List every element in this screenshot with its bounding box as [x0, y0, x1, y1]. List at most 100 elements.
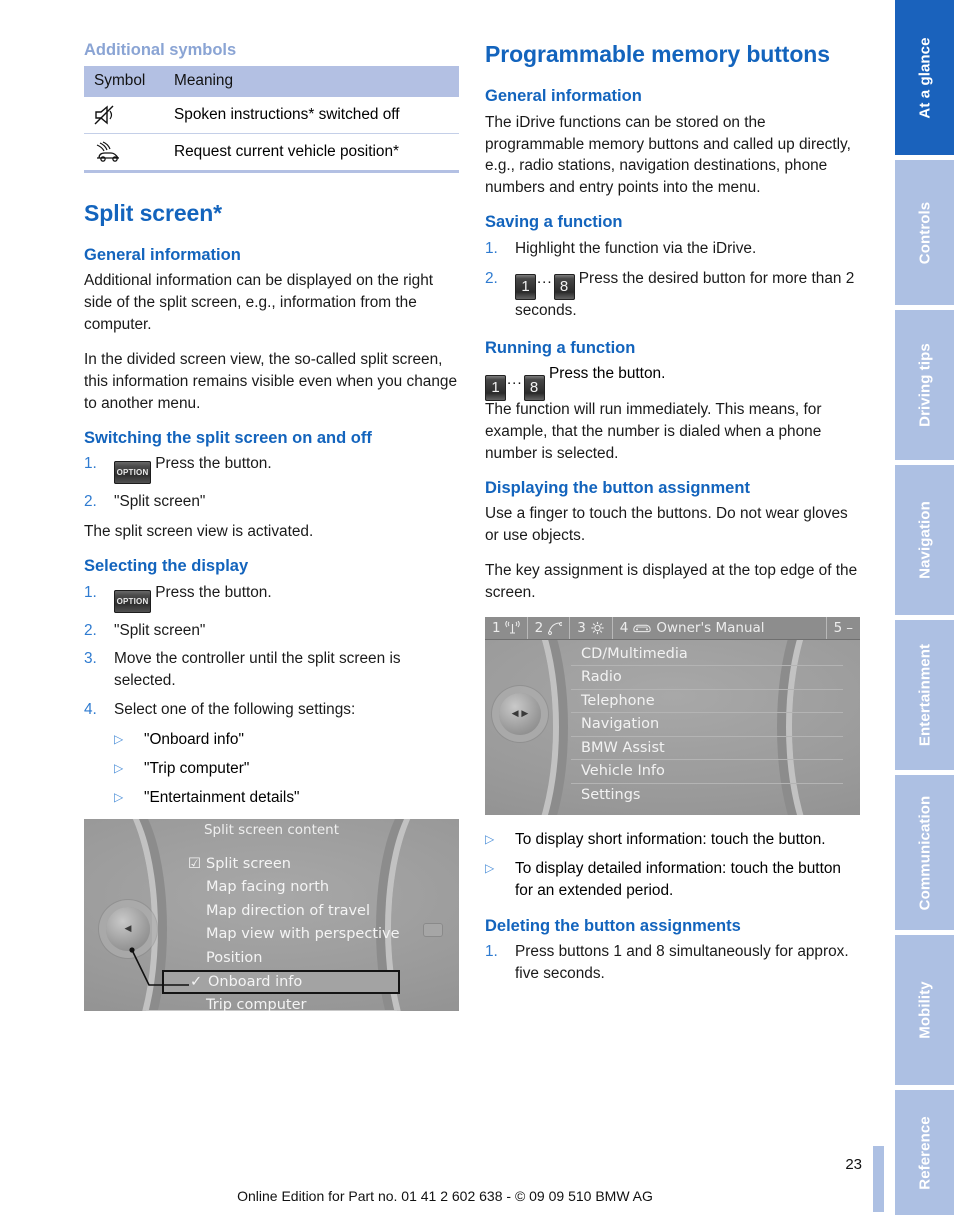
idrive-screenshot-split-screen-content: Split screen content ☑ Split screen Map f…: [84, 818, 459, 1011]
memory-button-1-icon[interactable]: 1: [485, 375, 506, 402]
step-number: 1.: [84, 583, 97, 601]
keybar-number: 4: [619, 619, 629, 636]
displaying-button-assignment-heading: Displaying the button assignment: [485, 478, 750, 497]
triangle-bullet-icon: ▷: [485, 860, 495, 875]
step-item: 1. OPTION Press the button.: [84, 582, 459, 613]
list-item: ▷ "Trip computer": [114, 758, 459, 780]
menu-item[interactable]: Radio: [571, 666, 843, 690]
touch-option-label: To display detailed information: touch t…: [515, 859, 841, 899]
keybar-label: –: [846, 619, 853, 636]
step-number: 1.: [485, 943, 498, 961]
edition-footer-text: Online Edition for Part no. 01 41 2 602 …: [237, 1188, 653, 1204]
step-number: 4.: [84, 701, 97, 719]
step-item: 1. Highlight the function via the iDrive…: [485, 238, 860, 260]
keybar-slot-3[interactable]: 3: [570, 616, 613, 640]
option-button-icon[interactable]: OPTION: [114, 461, 151, 485]
menu-item[interactable]: BMW Assist: [571, 737, 843, 761]
triangle-bullet-icon: ▷: [114, 760, 124, 775]
keybar-label: Owner's Manual: [656, 619, 765, 636]
displaying-paragraph-2: The key assignment is displayed at the t…: [485, 562, 858, 602]
sidebar-tab-navigation[interactable]: Navigation: [895, 465, 954, 615]
sidebar-tab-controls[interactable]: Controls: [895, 160, 954, 305]
sidebar-tab-entertainment[interactable]: Entertainment: [895, 620, 954, 770]
saving-steps-list: 1. Highlight the function via the iDrive…: [485, 238, 860, 322]
step-item: 2. 1... 8 Press the desired button for mo…: [485, 268, 860, 322]
memory-button-8-icon[interactable]: 8: [553, 273, 575, 300]
sidebar-tab-reference[interactable]: Reference: [895, 1090, 954, 1215]
menu-item[interactable]: Map direction of travel: [188, 900, 438, 924]
list-item: ▷ "Entertainment details": [114, 787, 459, 809]
deleting-button-assignments-heading: Deleting the button assignments: [485, 916, 741, 935]
check-icon: ✓: [190, 974, 203, 991]
checkbox-icon: ☑: [188, 855, 201, 872]
ellipsis: ...: [537, 269, 553, 287]
general-information-heading-right: General information: [485, 87, 642, 106]
list-item: ▷ To display detailed information: touch…: [485, 858, 860, 902]
keybar-slot-2[interactable]: 2: [528, 616, 571, 640]
sidebar-tab-at-a-glance[interactable]: At a glance: [895, 0, 954, 155]
memory-button-8-icon[interactable]: 8: [523, 375, 545, 402]
menu-item[interactable]: CD/Multimedia: [571, 643, 843, 667]
sidebar-tab-label: Driving tips: [916, 343, 933, 427]
step-number: 2.: [84, 621, 97, 639]
menu-item[interactable]: Map view with perspective: [188, 923, 438, 947]
running-instruction-line-1: Press the button.: [549, 365, 666, 383]
keybar-number: 3: [577, 619, 586, 636]
sidebar-tab-label: Reference: [916, 1115, 933, 1190]
idrive-controller-knob[interactable]: ◀: [106, 906, 150, 951]
sidebar-tab-label: Navigation: [916, 501, 933, 579]
table-header-row: Symbol Meaning: [84, 65, 459, 97]
menu-item[interactable]: Settings: [571, 784, 843, 808]
menu-item[interactable]: Vehicle Info: [571, 760, 843, 784]
keybar-slot-4[interactable]: 4 Owner's Manual: [613, 616, 827, 640]
idrive-menu-list: ☑ Split screen Map facing north Map direc…: [162, 853, 438, 1011]
muted-speaker-icon-svg: [94, 105, 114, 125]
general-paragraph: The iDrive functions can be stored on th…: [485, 113, 851, 197]
menu-item[interactable]: Position: [188, 947, 438, 971]
menu-item[interactable]: Map facing north: [188, 876, 438, 900]
idrive-screenshot-main-menu: 1 2 3 4 Owner's Manual 5 – CD/Multimedia…: [485, 616, 860, 815]
memory-button-1-icon[interactable]: 1: [515, 273, 536, 300]
right-column: Programmable memory buttons General info…: [485, 40, 860, 993]
phone-icon: [548, 621, 563, 635]
keybar-slot-1[interactable]: 1: [485, 616, 528, 640]
step-item: 2. "Split screen": [84, 491, 459, 513]
menu-item[interactable]: ☑ Split screen: [188, 853, 438, 877]
triangle-bullet-icon: ▷: [114, 789, 124, 804]
switching-result-text: The split screen view is activated.: [84, 523, 314, 541]
idrive-header-title: Split screen content: [203, 821, 340, 838]
sidebar-tab-driving-tips[interactable]: Driving tips: [895, 310, 954, 460]
general-information-heading-left: General information: [84, 245, 241, 264]
option-label: "Entertainment details": [144, 788, 300, 806]
menu-item[interactable]: Navigation: [571, 713, 843, 737]
displaying-paragraph-1: Use a finger to touch the buttons. Do no…: [485, 505, 848, 545]
additional-symbols-heading: Additional symbols: [84, 41, 237, 59]
step-label: "Split screen": [114, 621, 206, 639]
list-item: ▷ To display short information: touch th…: [485, 829, 860, 851]
manual-page: Additional symbols Symbol Meaning Spoken…: [0, 0, 954, 1215]
sidebar-tab-label: Communication: [916, 795, 933, 910]
page-title-split-screen: Split screen*: [84, 199, 223, 226]
menu-item[interactable]: Trip computer: [188, 994, 438, 1011]
step-label: Press buttons 1 and 8 simultaneously for…: [515, 943, 849, 983]
column-header-symbol: Symbol: [84, 65, 164, 97]
option-label: "Onboard info": [144, 731, 244, 749]
step-number: 1.: [485, 239, 498, 257]
touch-option-label: To display short information: touch the …: [515, 830, 826, 848]
callout-pointer-line: [129, 947, 189, 986]
idrive-controller-knob[interactable]: ◀ ▶: [499, 692, 541, 735]
column-header-meaning: Meaning: [164, 65, 459, 97]
sidebar-tab-communication[interactable]: Communication: [895, 775, 954, 930]
symbol-table: Symbol Meaning Spoken instructions* swit…: [84, 65, 459, 173]
step-number: 3.: [84, 650, 97, 668]
sidebar-tab-mobility[interactable]: Mobility: [895, 935, 954, 1085]
page-number: 23: [845, 1156, 862, 1173]
sidebar-tab-label: Mobility: [916, 981, 933, 1039]
menu-item[interactable]: Telephone: [571, 690, 843, 714]
step-text: OPTION Press the button.: [114, 453, 459, 485]
option-button-icon[interactable]: OPTION: [114, 589, 151, 613]
keybar-number: 2: [534, 619, 544, 636]
keybar-slot-5[interactable]: 5 –: [827, 617, 860, 640]
step-number: 2.: [485, 269, 498, 287]
menu-item-selected[interactable]: ✓ Onboard info: [162, 970, 400, 995]
